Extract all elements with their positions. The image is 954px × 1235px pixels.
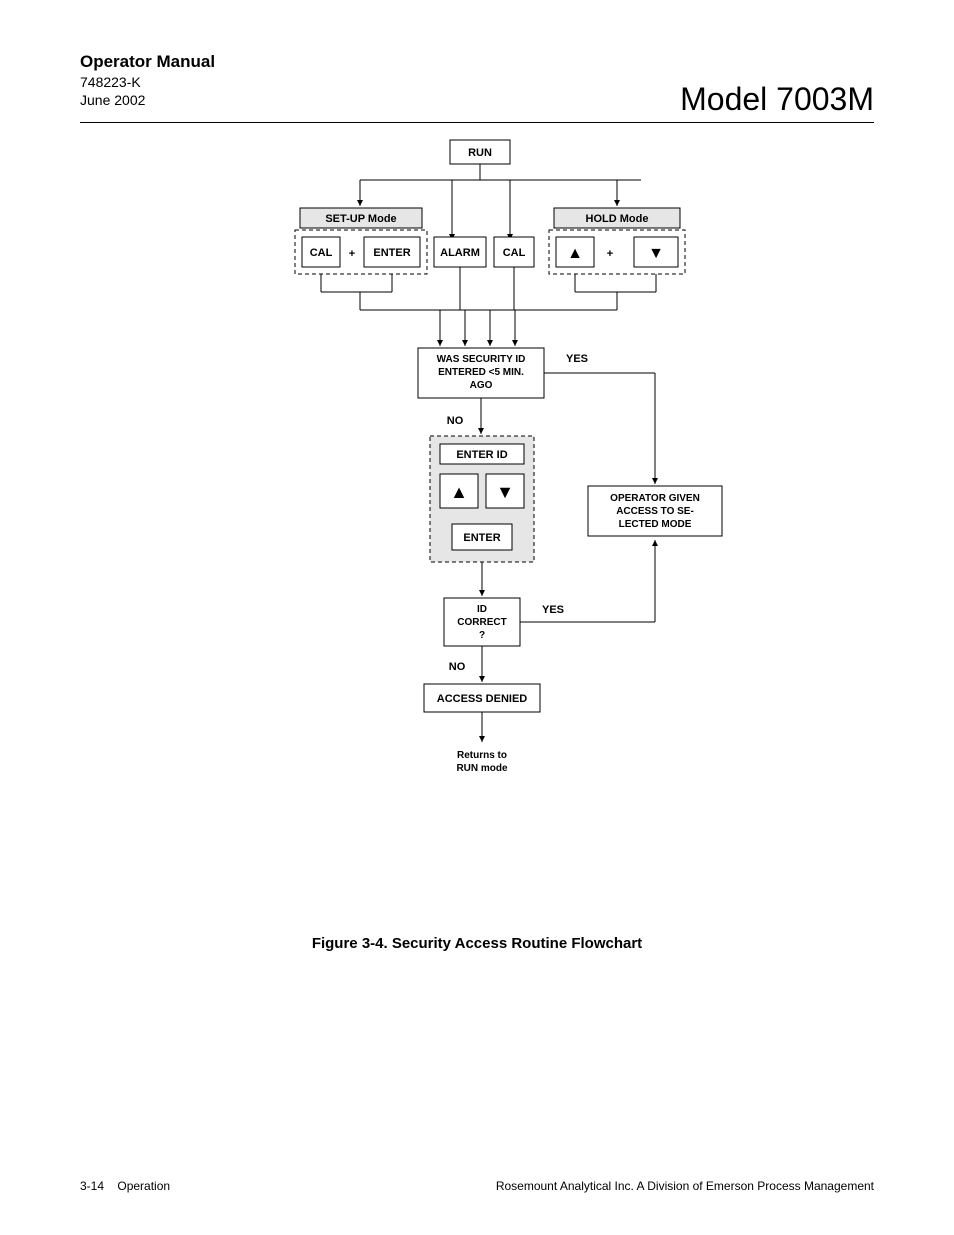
mid-cal-label: CAL bbox=[503, 247, 526, 259]
alarm-label: ALARM bbox=[440, 247, 480, 259]
header-left-block: Operator Manual 748223-K June 2002 bbox=[80, 52, 215, 108]
figure-caption: Figure 3-4. Security Access Routine Flow… bbox=[0, 935, 954, 952]
enterid-enter-label: ENTER bbox=[463, 532, 500, 544]
idcorrect-l2: CORRECT bbox=[457, 617, 506, 628]
idcorrect-no-label: NO bbox=[449, 661, 466, 673]
returns-l1: Returns to bbox=[457, 750, 507, 761]
enterid-up-icon: ▲ bbox=[450, 482, 468, 502]
footer-left: 3-14 Operation bbox=[80, 1179, 170, 1193]
model-number: Model 7003M bbox=[680, 81, 874, 118]
hold-plus-label: + bbox=[607, 248, 613, 260]
run-box-label: RUN bbox=[468, 147, 492, 159]
setup-mode-label: SET-UP Mode bbox=[325, 213, 396, 225]
access-l3: LECTED MODE bbox=[619, 519, 692, 530]
hold-up-icon: ▲ bbox=[567, 245, 583, 262]
setup-enter-label: ENTER bbox=[373, 247, 410, 259]
security-no-label: NO bbox=[447, 415, 464, 427]
setup-cal-label: CAL bbox=[310, 247, 333, 259]
access-l2: ACCESS TO SE- bbox=[616, 506, 694, 517]
footer-section: Operation bbox=[117, 1179, 170, 1193]
security-q-l2: ENTERED <5 MIN. bbox=[438, 367, 524, 378]
idcorrect-yes-label: YES bbox=[542, 604, 564, 616]
document-number: 748223-K bbox=[80, 74, 215, 90]
flowchart: RUN SET-UP Mode CAL + ENTER bbox=[0, 130, 954, 870]
setup-plus-label: + bbox=[349, 248, 355, 260]
hold-down-icon: ▼ bbox=[648, 245, 664, 262]
returns-l2: RUN mode bbox=[456, 763, 508, 774]
enter-id-label: ENTER ID bbox=[456, 449, 507, 461]
hold-mode-label: HOLD Mode bbox=[586, 213, 649, 225]
document-date: June 2002 bbox=[80, 92, 215, 108]
security-yes-label: YES bbox=[566, 353, 588, 365]
footer-right: Rosemount Analytical Inc. A Division of … bbox=[496, 1179, 874, 1193]
enterid-down-icon: ▼ bbox=[496, 482, 514, 502]
idcorrect-l3: ? bbox=[479, 630, 485, 641]
security-q-l1: WAS SECURITY ID bbox=[437, 354, 526, 365]
security-q-l3: AGO bbox=[470, 380, 493, 391]
idcorrect-l1: ID bbox=[477, 604, 487, 615]
access-l1: OPERATOR GIVEN bbox=[610, 493, 700, 504]
access-denied-label: ACCESS DENIED bbox=[437, 693, 528, 705]
manual-title: Operator Manual bbox=[80, 52, 215, 72]
footer-page-number: 3-14 bbox=[80, 1179, 104, 1193]
page-header: Operator Manual 748223-K June 2002 Model… bbox=[80, 52, 874, 123]
document-page: Operator Manual 748223-K June 2002 Model… bbox=[0, 0, 954, 1235]
